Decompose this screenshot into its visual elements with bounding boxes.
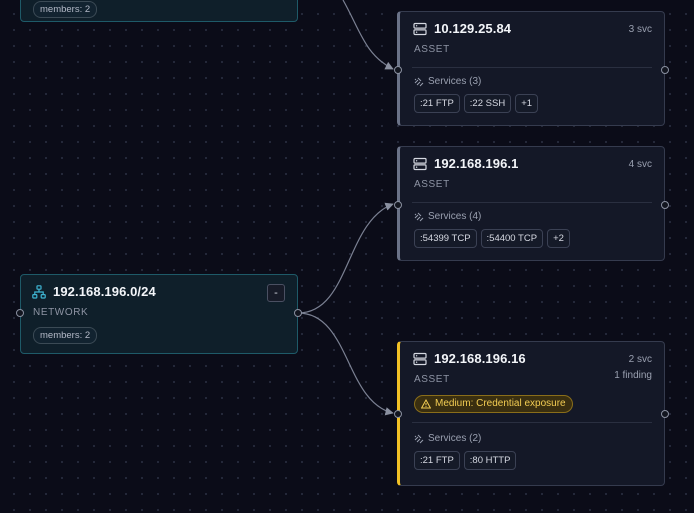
divider <box>412 422 652 423</box>
services-label: Services (4) <box>428 211 482 222</box>
node-type: ASSET <box>414 374 450 385</box>
input-handle[interactable] <box>394 410 402 418</box>
node-type: ASSET <box>414 179 450 190</box>
asset-node-10-129-25-84[interactable]: 10.129.25.84 3 svc ASSET Services (3) :2… <box>394 11 669 126</box>
service-count: 3 svc <box>628 24 652 35</box>
output-handle[interactable] <box>661 201 669 209</box>
finding-badge[interactable]: Medium: Credential exposure <box>414 395 573 413</box>
finding-label: Medium: Credential exposure <box>435 398 566 409</box>
finding-count: 1 finding <box>614 370 652 381</box>
network-icon <box>32 284 46 299</box>
service-chip[interactable]: :21 FTP <box>414 451 460 470</box>
services-icon <box>414 434 424 444</box>
service-count: 2 svc <box>628 354 652 365</box>
service-chip[interactable]: :21 FTP <box>414 94 460 113</box>
services-icon <box>414 212 424 222</box>
asset-node-192-168-196-1[interactable]: 192.168.196.1 4 svc ASSET Services (4) :… <box>394 146 669 261</box>
service-chips: :21 FTP :80 HTTP <box>414 451 517 470</box>
input-handle[interactable] <box>394 201 402 209</box>
network-node[interactable]: 192.168.196.0/24 - NETWORK members: 2 <box>16 274 302 354</box>
node-title: 192.168.196.1 <box>434 156 519 171</box>
divider <box>412 202 652 203</box>
output-handle[interactable] <box>661 66 669 74</box>
service-chip[interactable]: :54399 TCP <box>414 229 477 248</box>
server-icon <box>413 352 427 366</box>
services-label: Services (2) <box>428 433 482 444</box>
collapse-button[interactable]: - <box>267 284 285 302</box>
divider <box>412 67 652 68</box>
services-icon <box>414 77 424 87</box>
service-count: 4 svc <box>628 159 652 170</box>
services-label: Services (3) <box>428 76 482 87</box>
members-pill: members: 2 <box>33 1 98 18</box>
members-pill: members: 2 <box>33 327 98 344</box>
more-services-chip[interactable]: +2 <box>547 229 570 248</box>
server-icon <box>413 22 427 36</box>
warning-icon <box>421 399 431 409</box>
server-icon <box>413 157 427 171</box>
service-chips: :54399 TCP :54400 TCP +2 <box>414 229 570 248</box>
edge-top-to-asset1 <box>342 0 394 70</box>
input-handle[interactable] <box>394 66 402 74</box>
input-handle[interactable] <box>16 309 24 317</box>
service-chip[interactable]: :54400 TCP <box>480 229 544 248</box>
service-chip[interactable]: :22 SSH <box>463 94 512 113</box>
node-type: NETWORK <box>33 307 89 318</box>
edge-network-to-asset2 <box>297 202 394 314</box>
edge-network-to-asset3 <box>297 312 394 416</box>
output-handle[interactable] <box>661 410 669 418</box>
more-services-chip[interactable]: +1 <box>515 94 539 113</box>
graph-canvas[interactable]: members: 2 192.168.196.0/24 - NETWORK me… <box>0 0 694 513</box>
node-title: 10.129.25.84 <box>434 21 512 36</box>
node-type: ASSET <box>414 44 450 55</box>
node-title: 192.168.196.16 <box>434 351 526 366</box>
asset-node-192-168-196-16[interactable]: 192.168.196.16 2 svc 1 finding ASSET Med… <box>394 341 669 486</box>
service-chip[interactable]: :80 HTTP <box>463 451 517 470</box>
network-node-top[interactable]: members: 2 <box>20 0 298 22</box>
output-handle[interactable] <box>294 309 302 317</box>
service-chips: :21 FTP :22 SSH +1 <box>414 94 539 113</box>
node-title: 192.168.196.0/24 <box>53 284 156 299</box>
